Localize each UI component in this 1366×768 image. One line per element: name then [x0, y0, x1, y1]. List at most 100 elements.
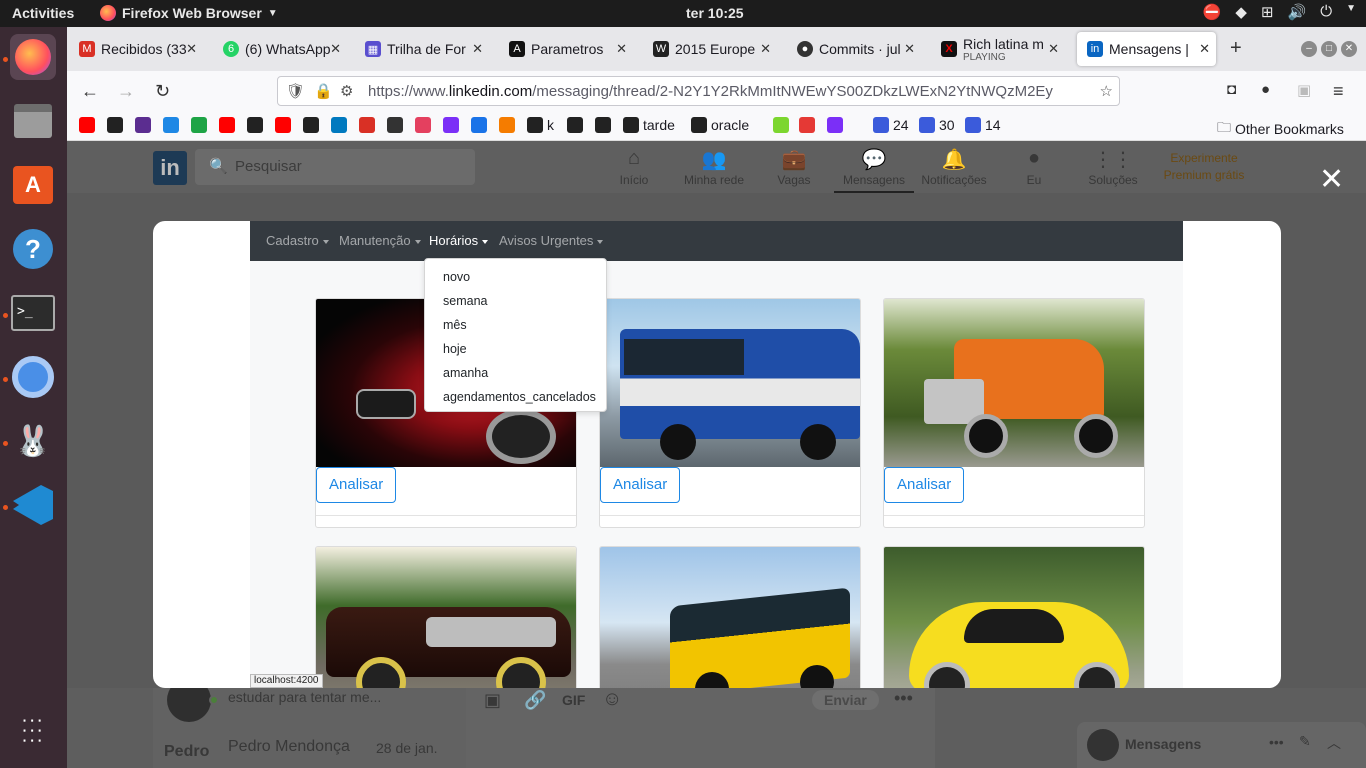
bookmark-item[interactable]	[163, 117, 179, 133]
tab-wikipedia[interactable]: W 2015 Europe ✕	[643, 32, 777, 66]
send-button[interactable]: Enviar	[812, 690, 879, 710]
menu-horarios[interactable]: Horários	[429, 233, 489, 248]
vscode-dock-icon[interactable]	[10, 482, 56, 528]
image-icon[interactable]: ▣	[484, 690, 501, 711]
compose-icon[interactable]: ✎	[1299, 733, 1311, 750]
bookmark-item[interactable]	[443, 117, 459, 133]
do-not-disturb-icon[interactable]: ⛔	[1203, 3, 1222, 21]
analisar-button[interactable]: Analisar	[316, 467, 397, 503]
bookmark-item[interactable]	[219, 117, 235, 133]
back-button[interactable]: ←	[81, 81, 99, 102]
chevron-down-icon[interactable]: ▼	[1346, 3, 1356, 21]
gif-button[interactable]: GIF	[562, 692, 585, 708]
bookmark-item[interactable]	[773, 117, 789, 133]
bookmark-item[interactable]	[499, 117, 515, 133]
bookmark-item[interactable]	[799, 117, 815, 133]
clock[interactable]: ter 10:25	[686, 5, 744, 21]
close-icon[interactable]: ✕	[616, 41, 627, 57]
analisar-button[interactable]: Analisar	[884, 467, 965, 503]
bookmark-item[interactable]	[415, 117, 431, 133]
bookmark-item[interactable]: oracle	[691, 117, 749, 133]
nav-me[interactable]: ● Eu	[994, 147, 1074, 187]
bookmark-item[interactable]: k	[527, 117, 554, 133]
nav-notifications[interactable]: 🔔 Notificações	[914, 147, 994, 187]
linkedin-logo[interactable]: in	[153, 151, 187, 185]
files-dock-icon[interactable]	[10, 98, 56, 144]
tracking-shield-icon[interactable]: 🛡	[286, 82, 305, 100]
permissions-icon[interactable]: ⚙	[340, 82, 353, 100]
menu-avisos-urgentes[interactable]: Avisos Urgentes	[499, 233, 604, 248]
system-tray[interactable]: ⛔ ◆ ⊞ 🔊 ⏻ ▼	[1203, 3, 1356, 21]
bookmark-item[interactable]	[107, 117, 123, 133]
bookmark-item[interactable]	[359, 117, 375, 133]
lock-icon[interactable]: 🔒	[314, 82, 333, 100]
tab-trilha[interactable]: ▦ Trilha de For ✕	[355, 32, 489, 66]
bookmark-item[interactable]	[191, 117, 207, 133]
extension-icon[interactable]: ▣	[1297, 81, 1311, 99]
bookmark-item[interactable]	[827, 117, 843, 133]
url-bar[interactable]: 🛡 🔒 ⚙ https://www.linkedin.com/messaging…	[277, 76, 1120, 106]
dropdown-item-hoje[interactable]: hoje	[443, 342, 467, 356]
maximize-button[interactable]: □	[1321, 41, 1337, 57]
nav-home[interactable]: ⌂ Início	[594, 147, 674, 187]
close-icon[interactable]: ✕	[472, 41, 483, 57]
emule-dock-icon[interactable]: 🐰	[10, 418, 56, 464]
bookmark-star-icon[interactable]: ☆	[1100, 82, 1113, 100]
help-dock-icon[interactable]: ?	[10, 226, 56, 272]
volume-icon[interactable]: 🔊	[1288, 3, 1307, 21]
bookmark-item[interactable]	[135, 117, 151, 133]
close-icon[interactable]: ✕	[1199, 41, 1210, 57]
menu-cadastro[interactable]: Cadastro	[266, 233, 329, 248]
bookmark-item[interactable]	[567, 117, 583, 133]
nav-messages[interactable]: 💬 Mensagens	[834, 147, 914, 193]
dropdown-item-mes[interactable]: mês	[443, 318, 467, 332]
close-icon[interactable]: ✕	[904, 41, 915, 57]
tab-playing[interactable]: X Rich latina m PLAYING ✕	[931, 32, 1065, 66]
bookmark-item[interactable]	[331, 117, 347, 133]
bookmark-item[interactable]	[275, 117, 291, 133]
tab-parametros[interactable]: A Parametros ✕	[499, 32, 633, 66]
tab-commits[interactable]: ● Commits · jul ✕	[787, 32, 921, 66]
bookmark-item[interactable]	[79, 117, 95, 133]
tab-mensagens[interactable]: in Mensagens | ✕	[1077, 32, 1216, 66]
dropbox-icon[interactable]: ◆	[1235, 3, 1247, 21]
reload-button[interactable]: ↻	[155, 81, 170, 102]
activities-button[interactable]: Activities	[12, 5, 74, 21]
dropdown-item-amanha[interactable]: amanha	[443, 366, 488, 380]
other-bookmarks[interactable]: 🗀 Other Bookmarks	[1217, 117, 1344, 141]
network-icon[interactable]: ⊞	[1261, 3, 1274, 21]
dropdown-item-agendamentos-cancelados[interactable]: agendamentos_cancelados	[443, 390, 596, 404]
menu-manutencao[interactable]: Manutenção	[339, 233, 421, 248]
bookmark-item[interactable]: 14	[965, 117, 1001, 133]
chevron-up-icon[interactable]: ︿	[1327, 733, 1341, 753]
tab-gmail[interactable]: M Recibidos (33 ✕	[69, 32, 203, 66]
nav-jobs[interactable]: 💼 Vagas	[754, 147, 834, 187]
premium-link[interactable]: Experimente Premium grátis	[1149, 150, 1259, 184]
tab-whatsapp[interactable]: 6 (6) WhatsApp ✕	[213, 32, 347, 66]
close-icon[interactable]: ✕	[186, 41, 197, 57]
minimize-button[interactable]: –	[1301, 41, 1317, 57]
bookmark-item[interactable]	[247, 117, 263, 133]
bookmark-item[interactable]: 24	[873, 117, 909, 133]
nav-solutions[interactable]: ⋮⋮ Soluções	[1073, 147, 1153, 187]
terminal-dock-icon[interactable]: >_	[10, 290, 56, 336]
dropdown-item-novo[interactable]: novo	[443, 270, 470, 284]
close-icon[interactable]: ✕	[760, 41, 771, 57]
nav-network[interactable]: 👥 Minha rede	[674, 147, 754, 187]
more-icon[interactable]: •••	[1269, 734, 1284, 750]
bookmark-item[interactable]	[471, 117, 487, 133]
sender-name[interactable]: Pedro Mendonça	[228, 738, 350, 756]
emoji-icon[interactable]: ☺	[602, 688, 622, 711]
search-input[interactable]: 🔍 Pesquisar	[195, 149, 475, 185]
power-icon[interactable]: ⏻	[1320, 3, 1332, 21]
software-center-dock-icon[interactable]: A	[10, 162, 56, 208]
bookmark-item[interactable]: 30	[919, 117, 955, 133]
close-window-button[interactable]: ✕	[1341, 41, 1357, 57]
bookmark-item[interactable]	[595, 117, 611, 133]
new-tab-button[interactable]: +	[1230, 37, 1242, 60]
close-icon[interactable]: ✕	[1048, 41, 1059, 57]
more-icon[interactable]: •••	[894, 688, 913, 709]
bookmark-item[interactable]	[303, 117, 319, 133]
dropdown-item-semana[interactable]: semana	[443, 294, 487, 308]
analisar-button[interactable]: Analisar	[600, 467, 681, 503]
